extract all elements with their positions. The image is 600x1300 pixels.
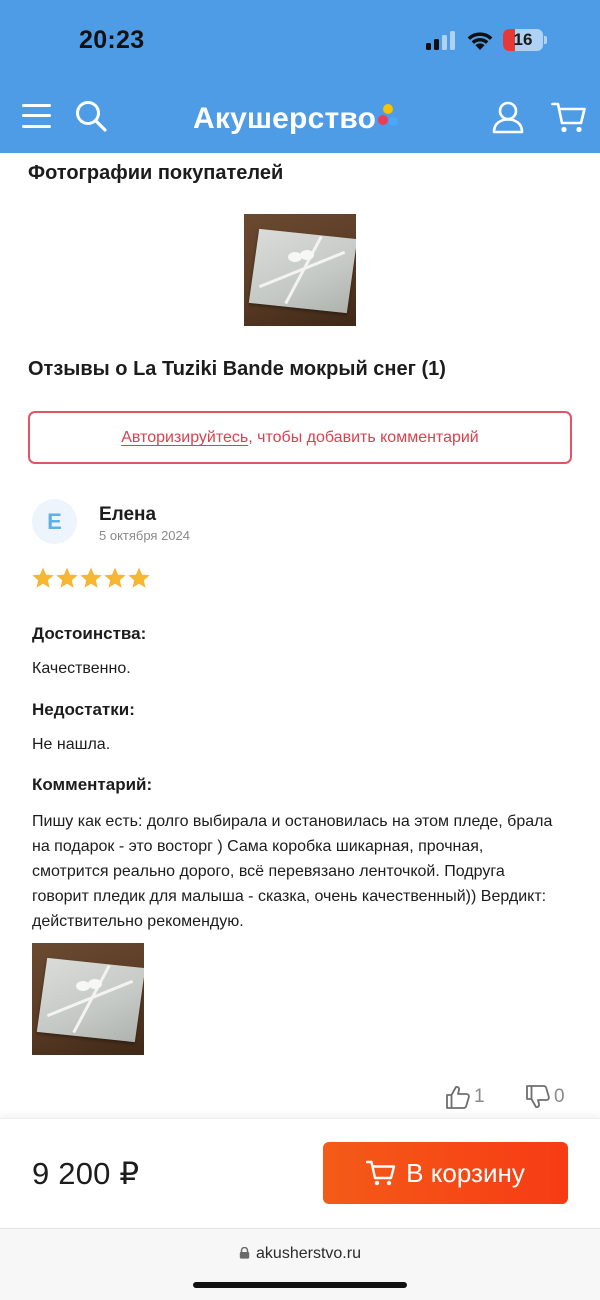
reviews-title: Отзывы о La Tuziki Bande мокрый снег (1)	[28, 358, 446, 380]
home-indicator[interactable]	[193, 1282, 407, 1288]
cons-text: Не нашла.	[32, 736, 111, 753]
pros-label: Достоинства:	[32, 624, 147, 643]
logo-text: Акушерство	[193, 102, 377, 135]
rating-stars	[31, 566, 151, 590]
battery-tip	[544, 36, 547, 44]
star-icon	[128, 567, 150, 588]
url-text: akusherstvo.ru	[256, 1245, 361, 1262]
cart-icon[interactable]	[551, 100, 587, 134]
wifi-icon	[467, 32, 493, 50]
star-icon	[80, 567, 102, 588]
like-button[interactable]: 1	[445, 1084, 485, 1110]
thumbs-up-icon	[446, 1086, 470, 1109]
like-count: 1	[474, 1086, 485, 1107]
customer-photo-thumbnail[interactable]	[244, 214, 356, 326]
pros-text: Качественно.	[32, 660, 131, 677]
menu-icon[interactable]	[22, 103, 51, 129]
search-icon[interactable]	[74, 99, 108, 133]
star-icon	[56, 567, 78, 588]
dislike-button[interactable]: 0	[525, 1084, 565, 1110]
star-icon	[32, 567, 54, 588]
logo-dots-icon	[378, 104, 400, 134]
cart-icon	[366, 1160, 396, 1186]
auth-prompt-box[interactable]: Авторизируйтесь, чтобы добавить коммента…	[28, 411, 572, 464]
review-photo-thumbnail[interactable]	[32, 943, 144, 1055]
avatar: Е	[32, 499, 77, 544]
review-date: 5 октября 2024	[99, 528, 190, 543]
status-time: 20:23	[79, 26, 145, 54]
battery-level: 16	[513, 30, 533, 49]
auth-link[interactable]: Авторизируйтесь	[121, 429, 248, 446]
site-logo[interactable]: Акушерство	[193, 99, 400, 139]
browser-address-bar[interactable]	[0, 1228, 600, 1300]
add-to-cart-label: В корзину	[406, 1157, 525, 1188]
product-price: 9 200 ₽	[32, 1156, 140, 1191]
top-header: 20:23 16 Акушерство	[0, 0, 600, 153]
dislike-count: 0	[554, 1086, 565, 1107]
star-icon	[104, 567, 126, 588]
thumbs-down-icon	[526, 1085, 550, 1108]
comment-label: Комментарий:	[32, 775, 153, 794]
user-icon[interactable]	[491, 100, 525, 134]
reviewer-name: Елена	[99, 504, 157, 525]
add-to-cart-button[interactable]: В корзину	[323, 1142, 568, 1204]
comment-text: Пишу как есть: долго выбирала и останови…	[32, 813, 553, 930]
battery-icon: 16	[503, 29, 543, 51]
customer-photos-title: Фотографии покупателей	[28, 162, 284, 184]
lock-icon	[239, 1247, 250, 1259]
cellular-signal-icon	[426, 31, 458, 50]
cons-label: Недостатки:	[32, 700, 135, 719]
url-display[interactable]: akusherstvo.ru	[0, 1245, 600, 1263]
auth-prompt-text: , чтобы добавить комментарий	[248, 429, 479, 446]
